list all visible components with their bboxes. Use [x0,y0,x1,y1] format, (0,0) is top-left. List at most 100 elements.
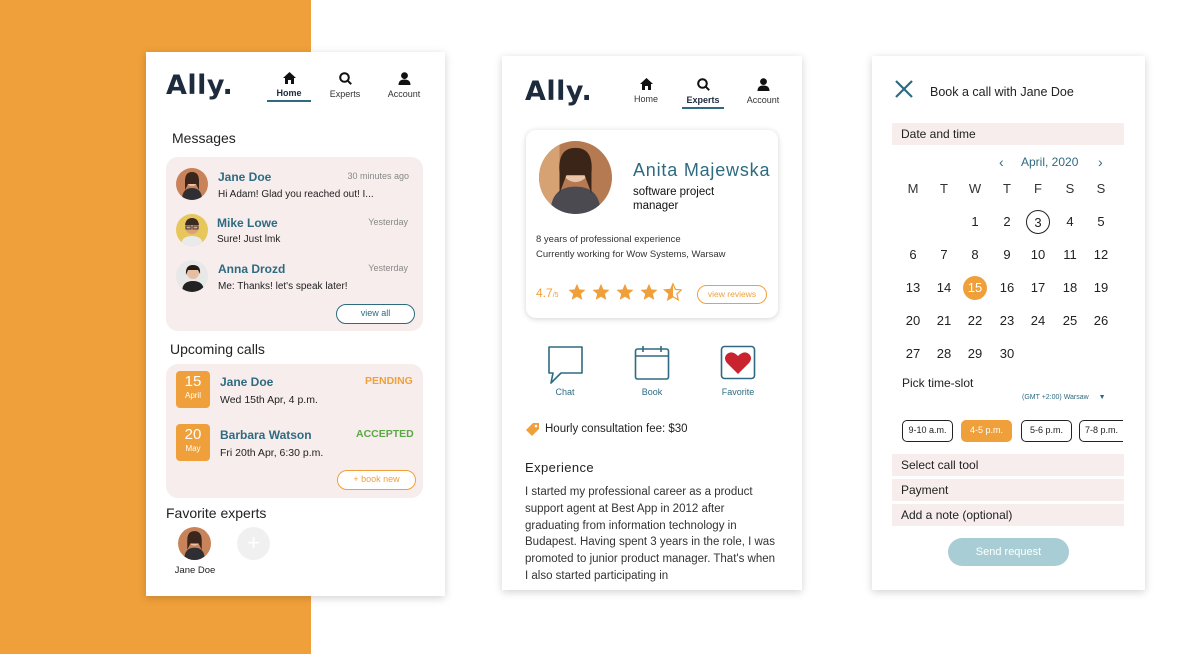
message-sender[interactable]: Mike Lowe [217,216,278,230]
calendar-day[interactable]: 3 [1026,210,1050,234]
book-new-button[interactable]: + book new [337,470,416,490]
calls-card: 15 April Jane Doe Wed 15th Apr, 4 p.m. PE… [166,364,423,498]
expert-avatar [539,141,612,214]
calendar-day[interactable]: 22 [963,309,987,333]
nav-account[interactable]: Account [382,72,426,99]
weekday-header: T [940,181,948,196]
calendar-day[interactable]: 29 [963,342,987,366]
nav-home[interactable]: Home [267,72,311,102]
home-screen: Ally. Home Experts Account Messages Jane… [146,52,445,596]
timeslot-option[interactable]: 9-10 a.m. [902,420,953,442]
avatar-anna[interactable] [176,260,208,292]
message-time: 30 minutes ago [347,171,409,181]
calendar-month: April, 2020 [1021,155,1079,169]
nav-home[interactable]: Home [624,78,668,104]
chat-action[interactable]: Chat [546,345,584,397]
calendar-day[interactable]: 26 [1089,309,1113,333]
calendar-day[interactable]: 5 [1089,210,1113,234]
next-month-chevron-icon[interactable]: › [1098,154,1103,170]
experience-text: I started my professional career as a pr… [525,486,776,582]
favorite-label: Favorite [721,387,755,397]
calendar-day[interactable]: 24 [1026,309,1050,333]
call-date-badge: 15 April [176,371,210,408]
calendar-day[interactable]: 25 [1058,309,1082,333]
call-date-badge: 20 May [176,424,210,461]
calendar-day[interactable]: 21 [932,309,956,333]
calendar-day[interactable]: 30 [995,342,1019,366]
prev-month-chevron-icon[interactable]: ‹ [999,154,1004,170]
calendar-day[interactable]: 11 [1058,243,1082,267]
calendar-day[interactable]: 4 [1058,210,1082,234]
close-icon[interactable] [894,79,914,99]
calendar-day[interactable]: 13 [901,276,925,300]
rating-value: 4.7/5 [536,286,559,300]
message-time: Yesterday [368,263,408,273]
calendar-day[interactable]: 18 [1058,276,1082,300]
view-all-button[interactable]: view all [336,304,415,324]
calendar-day[interactable]: 12 [1089,243,1113,267]
messages-card: Jane Doe 30 minutes ago Hi Adam! Glad yo… [166,157,423,331]
message-preview[interactable]: Me: Thanks! let's speak later! [218,281,348,292]
avatar-mike[interactable] [176,214,208,246]
pick-timeslot-label: Pick time-slot [902,376,974,390]
nav-experts[interactable]: Experts [682,78,724,109]
messages-title: Messages [172,130,236,146]
timeslot-option[interactable]: 5-6 p.m. [1021,420,1072,442]
nav-account-label: Account [746,95,780,105]
favorite-action[interactable]: Favorite [718,345,758,397]
calendar-day[interactable]: 10 [1026,243,1050,267]
book-label: Book [641,387,663,397]
calendar-day[interactable]: 7 [932,243,956,267]
view-reviews-button[interactable]: view reviews [697,285,767,304]
calendar-day[interactable]: 16 [995,276,1019,300]
user-icon [757,78,769,91]
calendar-day[interactable]: 14 [932,276,956,300]
home-icon [639,78,653,90]
weekday-header: F [1034,181,1042,196]
favorite-avatar-jane[interactable] [178,527,211,560]
profile-screen: Ally. Home Experts Account Anita Majewsk… [502,56,802,590]
booking-title: Book a call with Jane Doe [930,85,1074,99]
calendar-day[interactable]: 23 [995,309,1019,333]
calendar-day[interactable]: 28 [932,342,956,366]
calendar-day[interactable]: 15 [963,276,987,300]
nav-account[interactable]: Account [741,78,785,105]
add-favorite-button[interactable]: + [237,527,270,560]
payment-section[interactable]: Payment [892,479,1124,501]
weekday-header: S [1096,181,1106,196]
nav-experts[interactable]: Experts [324,72,366,99]
calendar-day[interactable]: 6 [901,243,925,267]
experience-summary: 8 years of professional experience [536,234,681,245]
expert-role: software project manager [633,186,715,212]
book-action[interactable]: Book [633,345,671,397]
message-sender[interactable]: Jane Doe [218,170,271,184]
date-time-section: Date and time [892,123,1124,145]
calendar-day[interactable]: 1 [963,210,987,234]
message-sender[interactable]: Anna Drozd [218,262,285,276]
status-badge: ACCEPTED [356,428,414,440]
chat-icon [547,346,583,384]
price-tag-icon [526,423,539,436]
timezone-select[interactable]: (GMT +2:00) Warsaw ▼ [1022,394,1106,401]
call-expert-name[interactable]: Jane Doe [220,375,273,389]
calendar-day[interactable]: 9 [995,243,1019,267]
calendar-day[interactable]: 19 [1089,276,1113,300]
send-request-button[interactable]: Send request [948,538,1069,566]
calendar-day[interactable]: 17 [1026,276,1050,300]
select-call-tool[interactable]: Select call tool [892,454,1124,476]
message-preview[interactable]: Hi Adam! Glad you reached out! I... [218,189,374,200]
add-note-field[interactable]: Add a note (optional) [892,504,1124,526]
timeslot-option[interactable]: 4-5 p.m. [961,420,1012,442]
timeslot-option[interactable]: 7-8 p.m. [1079,420,1123,442]
active-tab-underline [682,107,724,109]
active-tab-underline [267,100,311,102]
message-preview[interactable]: Sure! Just lmk [217,234,280,245]
calendar-day[interactable]: 2 [995,210,1019,234]
calendar-day[interactable]: 8 [963,243,987,267]
call-expert-name[interactable]: Barbara Watson [220,428,312,442]
app-logo: Ally. [166,70,234,101]
avatar-jane[interactable] [176,168,208,200]
calendar-day[interactable]: 27 [901,342,925,366]
booking-screen: Book a call with Jane Doe Date and time … [872,56,1145,590]
calendar-day[interactable]: 20 [901,309,925,333]
